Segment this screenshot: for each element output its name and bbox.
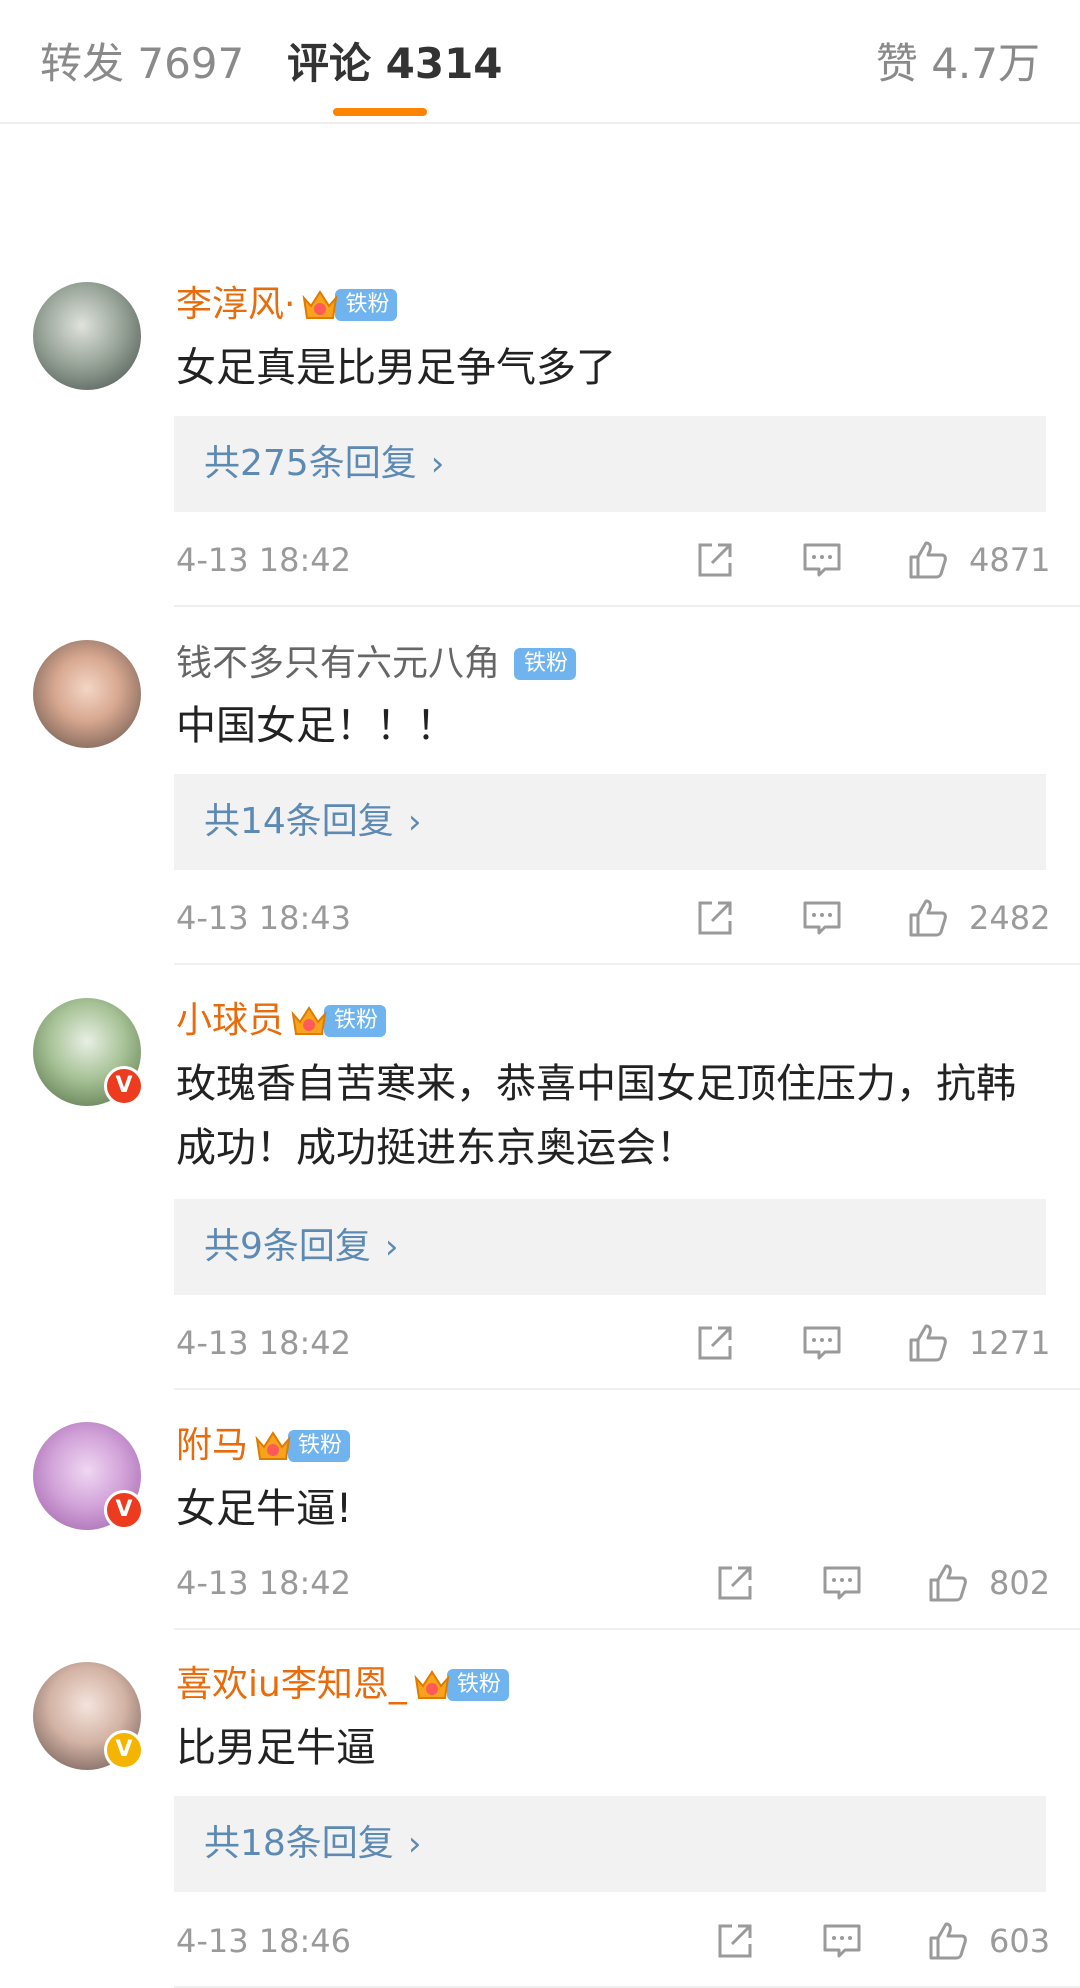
- fan-badge-label: 铁粉: [288, 1430, 351, 1462]
- avatar[interactable]: [33, 640, 141, 748]
- divider: [174, 1388, 1080, 1390]
- comment-meta: 4-13 18:43 2482: [0, 893, 1080, 943]
- tab-repost[interactable]: 转发 7697: [40, 36, 244, 92]
- comment-tabs: 转发 7697 评论 4314 赞 4.7万: [0, 0, 1080, 124]
- comment-meta: 4-13 18:46 603: [0, 1916, 1080, 1966]
- username[interactable]: 钱不多只有六元八角: [176, 639, 500, 689]
- verified-badge: V: [104, 1730, 144, 1770]
- fan-badge: 铁粉: [254, 1429, 351, 1463]
- like-count: 802: [989, 1564, 1051, 1602]
- fan-badge-label: 铁粉: [324, 1005, 387, 1037]
- name-row: 李淳风· 铁粉: [176, 280, 398, 330]
- crown-icon: [413, 1668, 451, 1702]
- comment-text: 玫瑰香自苦寒来，恭喜中国女足顶住压力，抗韩成功！成功挺进东京奥运会！: [176, 1061, 1016, 1171]
- thumbs-up-icon[interactable]: [927, 1920, 969, 1962]
- like-count: 4871: [969, 541, 1051, 579]
- avatar[interactable]: [33, 282, 141, 390]
- chevron-right-icon: ›: [430, 444, 445, 484]
- view-replies-button[interactable]: 共14条回复 ›: [174, 774, 1046, 870]
- view-replies-button[interactable]: 共9条回复 ›: [174, 1199, 1046, 1295]
- comment-text: 比男足牛逼: [176, 1725, 376, 1771]
- comment-time: 4-13 18:46: [176, 1922, 352, 1960]
- share-icon[interactable]: [714, 1920, 756, 1962]
- fan-badge-label: 铁粉: [335, 289, 398, 321]
- thumbs-up-icon[interactable]: [927, 1562, 969, 1604]
- active-tab-indicator: [333, 108, 427, 116]
- verified-badge: V: [104, 1066, 144, 1106]
- crown-icon: [254, 1429, 292, 1463]
- view-replies-button[interactable]: 共275条回复 ›: [174, 416, 1046, 512]
- name-row: 钱不多只有六元八角 铁粉: [176, 639, 577, 689]
- comment-icon[interactable]: [821, 1562, 863, 1604]
- comment-time: 4-13 18:43: [176, 899, 352, 937]
- username[interactable]: 喜欢iu李知恩_: [176, 1660, 407, 1710]
- reply-count-label: 共275条回复: [204, 443, 417, 484]
- name-row: 小球员 铁粉: [176, 996, 387, 1046]
- comment-meta: 4-13 18:42 4871: [0, 535, 1080, 585]
- comment-text: 女足牛逼!: [176, 1486, 353, 1532]
- divider: [174, 605, 1080, 607]
- username[interactable]: 李淳风·: [176, 280, 295, 330]
- thumbs-up-icon[interactable]: [907, 1322, 949, 1364]
- name-row: 喜欢iu李知恩_ 铁粉: [176, 1660, 509, 1710]
- fan-badge: 铁粉: [514, 648, 577, 680]
- fan-badge: 铁粉: [290, 1004, 387, 1038]
- chevron-right-icon: ›: [384, 1227, 399, 1267]
- comment-icon[interactable]: [801, 897, 843, 939]
- comment-time: 4-13 18:42: [176, 1564, 352, 1602]
- like-count: 1271: [969, 1324, 1051, 1362]
- comment-icon[interactable]: [801, 1322, 843, 1364]
- share-icon[interactable]: [694, 539, 736, 581]
- share-icon[interactable]: [694, 897, 736, 939]
- comment-icon[interactable]: [801, 539, 843, 581]
- thumbs-up-icon[interactable]: [907, 897, 949, 939]
- chevron-right-icon: ›: [407, 802, 422, 842]
- share-icon[interactable]: [694, 1322, 736, 1364]
- crown-icon: [290, 1004, 328, 1038]
- like-count: 603: [989, 1922, 1051, 1960]
- like-count: 2482: [969, 899, 1051, 937]
- reply-count-label: 共9条回复: [204, 1226, 371, 1267]
- tab-comments[interactable]: 评论 4314: [287, 36, 503, 92]
- share-icon[interactable]: [714, 1562, 756, 1604]
- fan-badge: 铁粉: [413, 1668, 509, 1702]
- comment-meta: 4-13 18:42 1271: [0, 1318, 1080, 1368]
- username[interactable]: 附马: [176, 1421, 248, 1471]
- comment-text: 女足真是比男足争气多了: [176, 345, 616, 391]
- reply-count-label: 共14条回复: [204, 801, 394, 842]
- verified-badge: V: [104, 1490, 144, 1530]
- comment-icon[interactable]: [821, 1920, 863, 1962]
- fan-badge: 铁粉: [301, 288, 398, 322]
- comment-time: 4-13 18:42: [176, 541, 352, 579]
- fan-badge-label: 铁粉: [514, 648, 577, 680]
- divider: [174, 1628, 1080, 1630]
- chevron-right-icon: ›: [407, 1824, 422, 1864]
- reply-count-label: 共18条回复: [204, 1823, 394, 1864]
- comment-time: 4-13 18:42: [176, 1324, 352, 1362]
- thumbs-up-icon[interactable]: [907, 539, 949, 581]
- comment-meta: 4-13 18:42 802: [0, 1558, 1080, 1608]
- name-row: 附马 铁粉: [176, 1421, 351, 1471]
- comment-text: 中国女足！！！: [176, 703, 456, 749]
- fan-badge-label: 铁粉: [446, 1669, 509, 1701]
- divider: [174, 963, 1080, 965]
- view-replies-button[interactable]: 共18条回复 ›: [174, 1796, 1046, 1892]
- crown-icon: [301, 288, 339, 322]
- tab-likes[interactable]: 赞 4.7万: [876, 36, 1040, 92]
- username[interactable]: 小球员: [176, 996, 284, 1046]
